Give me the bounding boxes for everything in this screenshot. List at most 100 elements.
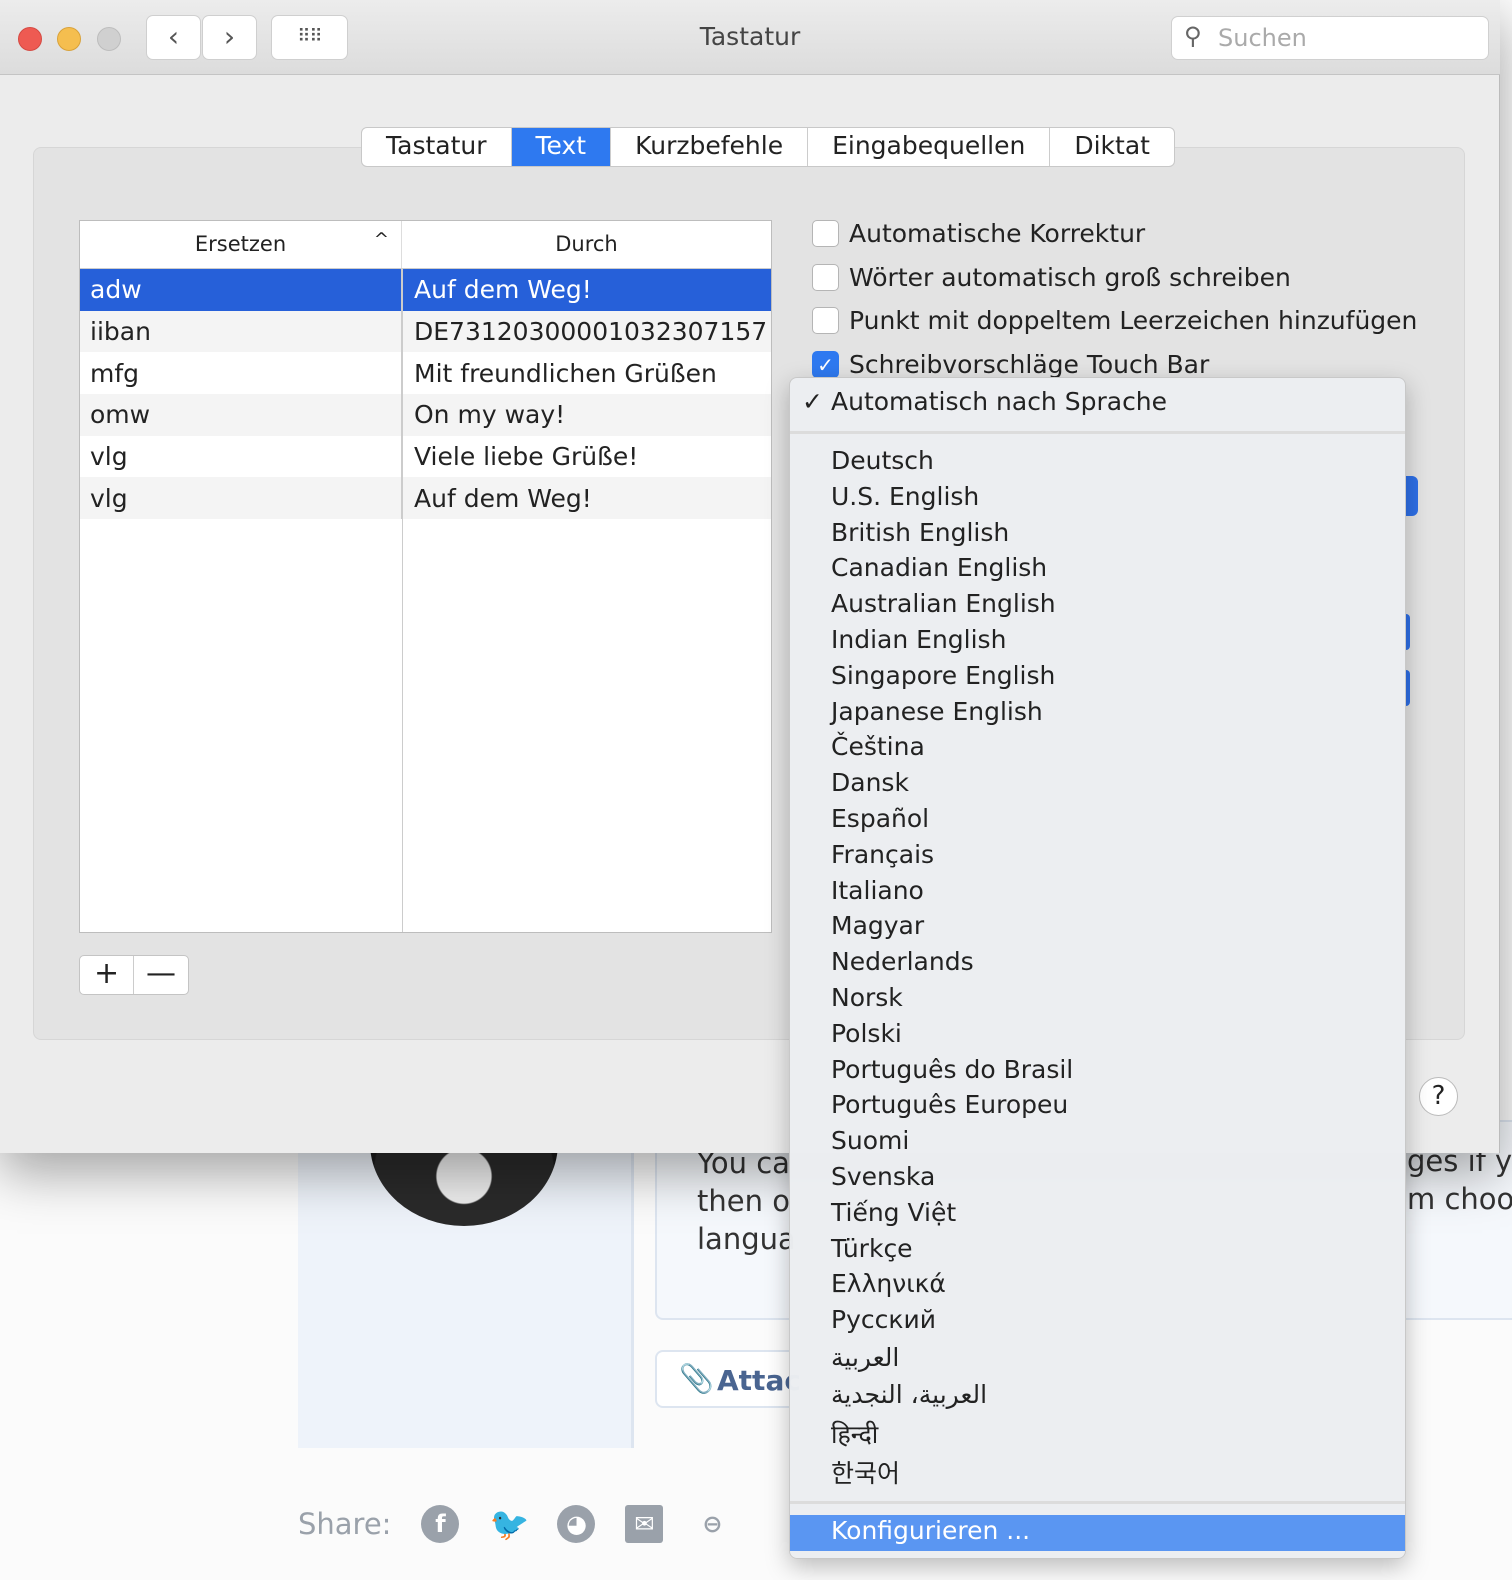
menu-item-language[interactable]: Svenska bbox=[831, 1162, 935, 1191]
paperclip-icon: 📎 bbox=[679, 1362, 714, 1395]
table-row[interactable]: adw Auf dem Weg! bbox=[80, 269, 771, 311]
menu-item-language[interactable]: Português Europeu bbox=[831, 1090, 1068, 1119]
table-body: adw Auf dem Weg! iiban DE73120300001032307… bbox=[80, 269, 771, 520]
message-line-right: m choo bbox=[1407, 1182, 1512, 1216]
search-placeholder: Suchen bbox=[1218, 24, 1307, 52]
with-cell: Auf dem Weg! bbox=[414, 275, 592, 305]
replace-cell: omw bbox=[80, 394, 402, 436]
menu-item-language[interactable]: 한국어 bbox=[831, 1454, 900, 1490]
replace-cell: mfg bbox=[80, 352, 402, 395]
menu-item-configure[interactable]: Konfigurieren ... bbox=[790, 1515, 1405, 1551]
with-cell: Mit freundlichen Grüßen bbox=[414, 358, 717, 388]
checkmark-icon: ✓ bbox=[802, 387, 823, 416]
replace-cell: adw bbox=[80, 269, 402, 311]
twitter-icon[interactable]: 🐦 bbox=[489, 1505, 529, 1543]
menu-item-language[interactable]: Tiếng Việt bbox=[831, 1198, 956, 1227]
mail-icon[interactable]: ✉ bbox=[625, 1505, 664, 1543]
menu-item-language[interactable]: U.S. English bbox=[831, 482, 979, 511]
menu-item-language[interactable]: Australian English bbox=[831, 589, 1056, 618]
share-bar: Share: f 🐦 ◕ ✉ ⊖ bbox=[298, 1505, 731, 1543]
replace-cell: iiban bbox=[80, 310, 402, 353]
menu-item-language[interactable]: Singapore English bbox=[831, 661, 1055, 690]
tab-tastatur[interactable]: Tastatur bbox=[362, 128, 512, 166]
tab-kurzbefehle[interactable]: Kurzbefehle bbox=[611, 128, 809, 166]
table-row[interactable]: vlg Viele liebe Grüße! bbox=[80, 435, 771, 478]
menu-item-language[interactable]: Magyar bbox=[831, 911, 924, 940]
popup-button-edge[interactable] bbox=[1406, 614, 1410, 650]
menu-item-language[interactable]: Italiano bbox=[831, 876, 924, 905]
menu-item-language[interactable]: Nederlands bbox=[831, 947, 974, 976]
remove-button[interactable]: — bbox=[134, 956, 188, 994]
menu-item-language[interactable]: Deutsch bbox=[831, 446, 934, 475]
menu-item-language[interactable]: Dansk bbox=[831, 768, 909, 797]
share-label: Share: bbox=[298, 1507, 392, 1541]
search-icon: ⚲ bbox=[1184, 22, 1202, 50]
tab-text[interactable]: Text bbox=[511, 128, 612, 166]
menu-item-language[interactable]: Čeština bbox=[831, 732, 925, 761]
menu-item-language[interactable]: Norsk bbox=[831, 983, 903, 1012]
checkbox-capitalize[interactable]: Wörter automatisch groß schreiben bbox=[812, 263, 1291, 292]
column-header-durch[interactable]: Durch bbox=[402, 221, 771, 268]
checkbox-auto-correct[interactable]: Automatische Korrektur bbox=[812, 219, 1145, 248]
menu-item-language[interactable]: हिन्दी bbox=[831, 1417, 878, 1451]
replace-cell: vlg bbox=[80, 477, 402, 520]
title-bar: ‹ › ⠿⠿ Tastatur ⚲ Suchen bbox=[0, 0, 1500, 75]
replace-cell: vlg bbox=[80, 435, 402, 478]
checkbox-label: Automatische Korrektur bbox=[849, 219, 1146, 248]
menu-item-language[interactable]: Indian English bbox=[831, 625, 1006, 654]
facebook-icon[interactable]: f bbox=[421, 1505, 460, 1543]
menu-separator bbox=[790, 431, 1405, 434]
reddit-icon[interactable]: ◕ bbox=[557, 1505, 596, 1543]
menu-item-language[interactable]: Ελληνικά bbox=[831, 1269, 946, 1298]
language-dropdown-menu: ✓ Automatisch nach Sprache Konfigurieren… bbox=[789, 377, 1406, 1559]
table-header: Ersetzen ^ Durch bbox=[80, 221, 771, 269]
with-cell: Auf dem Weg! bbox=[414, 483, 592, 513]
link-icon[interactable]: ⊖ bbox=[693, 1505, 731, 1543]
checkmark-icon[interactable]: ✓ bbox=[812, 351, 839, 378]
menu-item-language[interactable]: Türkçe bbox=[831, 1234, 913, 1263]
help-button[interactable]: ? bbox=[1419, 1077, 1458, 1116]
add-remove-control: + — bbox=[79, 955, 189, 995]
sort-ascending-icon: ^ bbox=[373, 229, 389, 250]
table-row[interactable]: vlg Auf dem Weg! bbox=[80, 477, 771, 520]
column-header-ersetzen[interactable]: Ersetzen ^ bbox=[80, 221, 402, 268]
with-cell: Viele liebe Grüße! bbox=[414, 442, 639, 472]
menu-item-language[interactable]: Suomi bbox=[831, 1126, 909, 1155]
menu-separator bbox=[790, 1501, 1405, 1504]
menu-item-language[interactable]: العربية، النجدية bbox=[831, 1380, 987, 1409]
menu-item-language[interactable]: Polski bbox=[831, 1019, 902, 1048]
add-button[interactable]: + bbox=[80, 956, 135, 994]
message-line: then o bbox=[697, 1184, 790, 1218]
checkbox-touch-bar-suggestions[interactable]: ✓ Schreibvorschläge Touch Bar bbox=[812, 350, 1209, 379]
checkbox-label: Schreibvorschläge Touch Bar bbox=[849, 350, 1210, 379]
column-divider bbox=[402, 269, 403, 932]
checkbox-period-double-space[interactable]: Punkt mit doppeltem Leerzeichen hinzufüg… bbox=[812, 306, 1417, 335]
header-label: Ersetzen bbox=[194, 232, 287, 256]
tab-diktat[interactable]: Diktat bbox=[1050, 128, 1174, 166]
checkbox-label: Wörter automatisch groß schreiben bbox=[849, 263, 1291, 292]
menu-item-language[interactable]: Español bbox=[831, 804, 929, 833]
menu-item-language[interactable]: Русский bbox=[831, 1305, 936, 1334]
table-row[interactable]: omw On my way! bbox=[80, 394, 771, 436]
table-row[interactable]: mfg Mit freundlichen Grüßen bbox=[80, 352, 771, 395]
table-row[interactable]: iiban DE73120300001032307157 bbox=[80, 310, 771, 353]
checkbox[interactable] bbox=[812, 307, 839, 334]
menu-item-language[interactable]: Japanese English bbox=[831, 697, 1043, 726]
menu-item-language[interactable]: Português do Brasil bbox=[831, 1055, 1073, 1084]
tab-eingabequellen[interactable]: Eingabequellen bbox=[808, 128, 1051, 166]
checkbox-label: Punkt mit doppeltem Leerzeichen hinzufüg… bbox=[849, 306, 1418, 335]
tab-bar: Tastatur Text Kurzbefehle Eingabequellen… bbox=[361, 127, 1175, 167]
menu-item-language[interactable]: Canadian English bbox=[831, 553, 1047, 582]
text-replacement-table: Ersetzen ^ Durch adw Auf dem Weg! iiban DE7… bbox=[79, 220, 772, 933]
menu-item-automatic[interactable]: Automatisch nach Sprache bbox=[831, 387, 1167, 416]
popup-button-edge[interactable] bbox=[1406, 670, 1410, 706]
message-line: langua bbox=[697, 1222, 796, 1256]
with-cell: DE73120300001032307157 bbox=[414, 317, 768, 347]
menu-item-language[interactable]: British English bbox=[831, 518, 1009, 547]
menu-item-language[interactable]: Français bbox=[831, 840, 934, 869]
menu-item-language[interactable]: العربية bbox=[831, 1343, 899, 1372]
popup-button-edge[interactable] bbox=[1406, 476, 1418, 516]
checkbox[interactable] bbox=[812, 264, 839, 291]
search-input[interactable]: ⚲ Suchen bbox=[1171, 16, 1489, 60]
checkbox[interactable] bbox=[812, 220, 839, 247]
